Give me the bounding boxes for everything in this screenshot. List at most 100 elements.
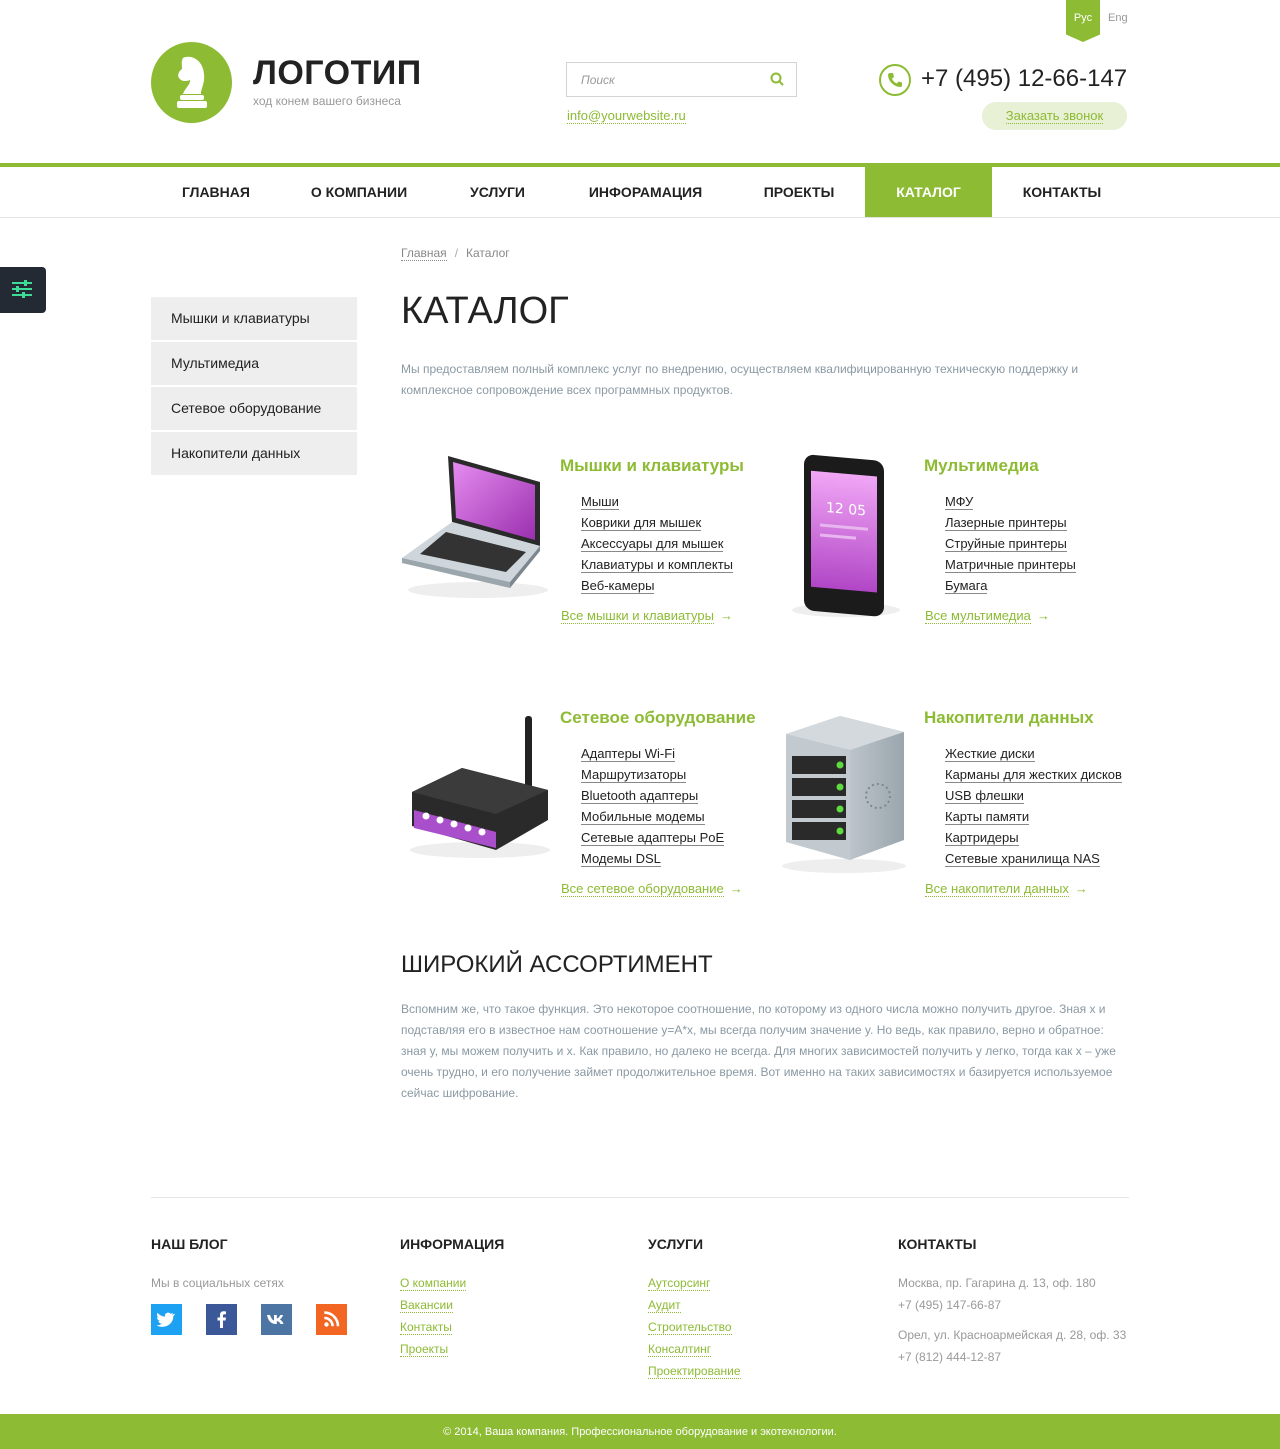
- smartphone-icon[interactable]: 12 05: [780, 450, 910, 625]
- all-network-link[interactable]: Все сетевое оборудование →: [561, 881, 743, 897]
- arrow-right-icon: →: [719, 608, 733, 623]
- callback-label: Заказать звонок: [1005, 108, 1104, 124]
- category-list-mice-keyboards: Мыши Коврики для мышек Аксессуары для мы…: [581, 494, 734, 599]
- footer-phone-2: +7 (812) 444-12-87: [898, 1350, 1002, 1364]
- footer-info-title: ИНФОРМАЦИЯ: [400, 1236, 505, 1252]
- nav-item-home[interactable]: ГЛАВНАЯ: [151, 167, 281, 217]
- arrow-right-icon: →: [1036, 608, 1050, 623]
- footer-link-consulting[interactable]: Консалтинг: [648, 1338, 741, 1360]
- breadcrumb: Главная / Каталог: [401, 246, 510, 261]
- intro-text: Мы предоставляем полный комплекс услуг п…: [401, 362, 1079, 397]
- breadcrumb-home[interactable]: Главная: [401, 246, 447, 261]
- phone-icon: [879, 64, 911, 96]
- logo-title[interactable]: ЛОГОТИП: [253, 54, 422, 93]
- category-title-network[interactable]: Сетевое оборудование: [560, 708, 756, 728]
- all-mice-keyboards-link[interactable]: Все мышки и клавиатуры →: [561, 608, 733, 624]
- facebook-icon[interactable]: [206, 1304, 237, 1335]
- search-input[interactable]: [567, 63, 757, 96]
- list-item[interactable]: Bluetooth адаптеры: [581, 788, 724, 809]
- breadcrumb-separator: /: [454, 246, 459, 260]
- list-item[interactable]: Мобильные модемы: [581, 809, 724, 830]
- rss-icon[interactable]: [316, 1304, 347, 1335]
- list-item[interactable]: Коврики для мышек: [581, 515, 733, 536]
- footer-link-about[interactable]: О компании: [400, 1272, 504, 1294]
- list-item[interactable]: USB флешки: [945, 788, 1122, 809]
- list-item[interactable]: Сетевые адаптеры PoE: [581, 830, 725, 851]
- all-storage-link[interactable]: Все накопители данных →: [925, 881, 1088, 897]
- search-icon[interactable]: [770, 72, 784, 91]
- sidebar-item-storage[interactable]: Накопители данных: [151, 432, 357, 475]
- callback-button[interactable]: Заказать звонок: [982, 102, 1127, 130]
- nav-item-about[interactable]: О КОМПАНИИ: [281, 167, 437, 217]
- list-item[interactable]: Веб-камеры: [581, 578, 733, 599]
- footer-link-outsourcing[interactable]: Аутсорсинг: [648, 1272, 741, 1294]
- sidebar-item-multimedia[interactable]: Мультимедиа: [151, 342, 357, 385]
- list-item[interactable]: Сетевые хранилища NAS: [945, 851, 1122, 872]
- assortment-text: Вспомним же, что такое функция. Это неко…: [401, 1002, 1116, 1100]
- social-links: [151, 1304, 371, 1335]
- settings-panel-toggle[interactable]: [0, 267, 46, 313]
- nav-item-projects[interactable]: ПРОЕКТЫ: [733, 167, 865, 217]
- nav-item-catalog[interactable]: КАТАЛОГ: [865, 167, 992, 217]
- list-item[interactable]: Маршрутизаторы: [581, 767, 724, 788]
- category-title-multimedia[interactable]: Мультимедиа: [924, 456, 1039, 476]
- footer-link-projects[interactable]: Проекты: [400, 1338, 504, 1360]
- logo-icon[interactable]: [151, 42, 232, 123]
- footer-address-1: Москва, пр. Гагарина д. 13, оф. 180: [898, 1276, 1096, 1290]
- footer-phone-1: +7 (495) 147-66-87: [898, 1298, 1002, 1312]
- nav-item-contacts[interactable]: КОНТАКТЫ: [992, 167, 1132, 217]
- nav-item-services[interactable]: УСЛУГИ: [437, 167, 558, 217]
- footer-link-audit[interactable]: Аудит: [648, 1294, 741, 1316]
- lang-en-button[interactable]: Eng: [1108, 12, 1128, 24]
- knight-icon: [177, 56, 207, 108]
- list-item[interactable]: Бумага: [945, 578, 1076, 599]
- server-icon[interactable]: [770, 710, 915, 880]
- search-box: [566, 62, 797, 97]
- footer-link-construction[interactable]: Строительство: [648, 1316, 741, 1338]
- list-item[interactable]: Лазерные принтеры: [945, 515, 1076, 536]
- footer-services: УСЛУГИ Аутсорсинг Аудит Строительство Ко…: [648, 1236, 741, 1382]
- logo-tagline: ход конем вашего бизнеса: [253, 94, 401, 108]
- footer-services-title: УСЛУГИ: [648, 1236, 704, 1252]
- footer-link-vacancies[interactable]: Вакансии: [400, 1294, 504, 1316]
- twitter-icon[interactable]: [151, 1304, 182, 1335]
- category-title-storage[interactable]: Накопители данных: [924, 708, 1094, 728]
- category-list-network: Адаптеры Wi-Fi Маршрутизаторы Bluetooth …: [581, 746, 725, 872]
- page-title: КАТАЛОГ: [401, 290, 569, 332]
- footer-address-2: Орел, ул. Красноармейская д. 28, оф. 33: [898, 1328, 1127, 1342]
- language-switch: Рус Eng: [1066, 0, 1130, 44]
- list-item[interactable]: Карманы для жестких дисков: [945, 767, 1122, 788]
- footer-link-design[interactable]: Проектирование: [648, 1360, 741, 1382]
- lang-ru-button[interactable]: Рус: [1066, 0, 1100, 42]
- category-title-mice-keyboards[interactable]: Мышки и клавиатуры: [560, 456, 744, 476]
- footer-contacts: КОНТАКТЫ Москва, пр. Гагарина д. 13, оф.…: [898, 1236, 1126, 1368]
- list-item[interactable]: МФУ: [945, 494, 1076, 515]
- sidebar-item-network[interactable]: Сетевое оборудование: [151, 387, 357, 430]
- laptop-icon[interactable]: [398, 450, 550, 607]
- list-item[interactable]: Адаптеры Wi-Fi: [581, 746, 724, 767]
- footer-link-contacts[interactable]: Контакты: [400, 1316, 504, 1338]
- email-link[interactable]: info@yourwebsite.ru: [567, 108, 686, 124]
- main-nav: ГЛАВНАЯ О КОМПАНИИ УСЛУГИ ИНФОРАМАЦИЯ ПР…: [0, 163, 1280, 218]
- category-list-multimedia: МФУ Лазерные принтеры Струйные принтеры …: [945, 494, 1076, 599]
- sidebar-item-mice-keyboards[interactable]: Мышки и клавиатуры: [151, 297, 357, 340]
- category-list-storage: Жесткие диски Карманы для жестких дисков…: [945, 746, 1122, 872]
- breadcrumb-current: Каталог: [466, 246, 510, 260]
- list-item[interactable]: Мыши: [581, 494, 733, 515]
- footer-divider: [151, 1197, 1129, 1198]
- arrow-right-icon: →: [1074, 881, 1088, 896]
- list-item[interactable]: Картридеры: [945, 830, 1122, 851]
- footer-contacts-title: КОНТАКТЫ: [898, 1236, 977, 1252]
- list-item[interactable]: Аксессуары для мышек: [581, 536, 733, 557]
- all-multimedia-link[interactable]: Все мультимедиа →: [925, 608, 1050, 624]
- list-item[interactable]: Матричные принтеры: [945, 557, 1076, 578]
- phone-number: +7 (495) 12-66-147: [921, 65, 1128, 92]
- list-item[interactable]: Карты памяти: [945, 809, 1122, 830]
- list-item[interactable]: Жесткие диски: [945, 746, 1122, 767]
- nav-item-information[interactable]: ИНФОРАМАЦИЯ: [558, 167, 733, 217]
- router-icon[interactable]: [400, 710, 555, 865]
- vk-icon[interactable]: [261, 1304, 292, 1335]
- list-item[interactable]: Клавиатуры и комплекты: [581, 557, 734, 578]
- list-item[interactable]: Струйные принтеры: [945, 536, 1076, 557]
- list-item[interactable]: Модемы DSL: [581, 851, 724, 872]
